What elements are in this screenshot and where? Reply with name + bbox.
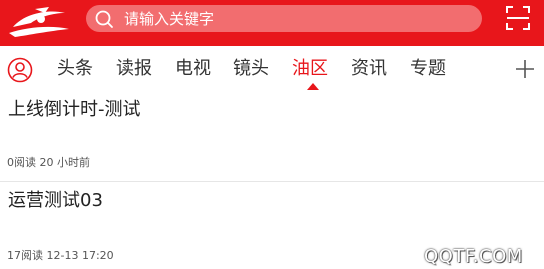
article-title: 上线倒计时-测试 bbox=[8, 99, 141, 120]
top-bar: 请输入关键字 bbox=[0, 0, 544, 46]
tab-toutiao[interactable]: 头条 bbox=[57, 57, 93, 81]
user-circle-icon[interactable] bbox=[7, 57, 33, 83]
search-bar[interactable]: 请输入关键字 bbox=[86, 5, 482, 32]
app-logo[interactable] bbox=[5, 3, 71, 41]
tab-zhuanti[interactable]: 专题 bbox=[410, 57, 446, 81]
article-title: 运营测试03 bbox=[8, 190, 103, 211]
tab-youqu[interactable]: 油区 bbox=[292, 57, 328, 81]
search-placeholder: 请输入关键字 bbox=[124, 10, 215, 28]
search-icon bbox=[95, 10, 113, 28]
tab-jingtou[interactable]: 镜头 bbox=[233, 57, 269, 81]
list-item[interactable]: 上线倒计时-测试 0阅读 20 小时前 bbox=[0, 92, 544, 182]
plus-icon[interactable] bbox=[514, 58, 536, 80]
tab-dubao[interactable]: 读报 bbox=[116, 57, 152, 81]
scan-icon[interactable] bbox=[506, 6, 530, 30]
tab-zixun[interactable]: 资讯 bbox=[351, 57, 387, 81]
watermark: QQTF.COM bbox=[424, 246, 523, 267]
article-meta: 17阅读 12-13 17:20 bbox=[7, 249, 114, 262]
active-tab-indicator bbox=[307, 83, 319, 90]
tab-dianshi[interactable]: 电视 bbox=[175, 57, 211, 81]
article-meta: 0阅读 20 小时前 bbox=[7, 156, 90, 169]
category-tabs: 头条 读报 电视 镜头 油区 资讯 专题 bbox=[0, 46, 544, 92]
